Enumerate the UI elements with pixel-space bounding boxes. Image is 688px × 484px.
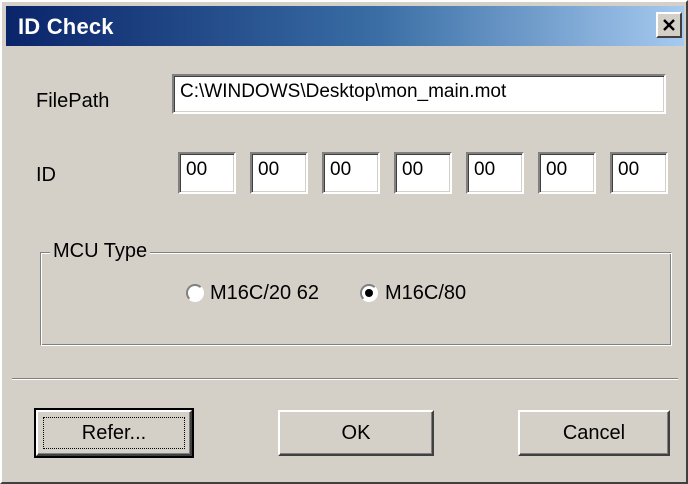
id-field-1[interactable]: 00 xyxy=(178,152,236,194)
refer-button-label: Refer... xyxy=(81,421,147,444)
cancel-button[interactable]: Cancel xyxy=(518,410,670,456)
radio-button-m16c2062[interactable] xyxy=(186,284,204,302)
radio-selected-dot xyxy=(365,289,373,297)
id-field-3[interactable]: 00 xyxy=(322,152,380,194)
ok-button[interactable]: OK xyxy=(278,410,434,456)
id-field-2[interactable]: 00 xyxy=(250,152,308,194)
filepath-label: FilePath xyxy=(36,90,110,112)
close-icon xyxy=(663,18,675,31)
id-field-7[interactable]: 00 xyxy=(610,152,668,194)
mcu-type-legend: MCU Type xyxy=(50,240,151,263)
filepath-input[interactable]: C:\WINDOWS\Desktop\mon_main.mot xyxy=(172,74,666,114)
id-field-6[interactable]: 00 xyxy=(538,152,596,194)
cancel-button-label: Cancel xyxy=(562,421,626,444)
title-bar[interactable]: ID Check xyxy=(6,6,684,46)
refer-button[interactable]: Refer... xyxy=(34,408,194,458)
id-field-4[interactable]: 00 xyxy=(394,152,452,194)
mcu-type-groupbox xyxy=(40,252,672,346)
id-check-dialog: ID Check FilePath C:\WINDOWS\Desktop\mon… xyxy=(0,0,688,484)
radio-label-m16c2062: M16C/20 62 xyxy=(210,282,319,304)
id-field-5[interactable]: 00 xyxy=(466,152,524,194)
id-label: ID xyxy=(36,164,56,186)
radio-button-m16c80[interactable] xyxy=(360,284,378,302)
dialog-title: ID Check xyxy=(18,14,114,39)
ok-button-label: OK xyxy=(341,421,371,444)
radio-label-m16c80: M16C/80 xyxy=(385,282,467,304)
close-button[interactable] xyxy=(656,12,682,38)
separator-highlight xyxy=(12,379,678,380)
